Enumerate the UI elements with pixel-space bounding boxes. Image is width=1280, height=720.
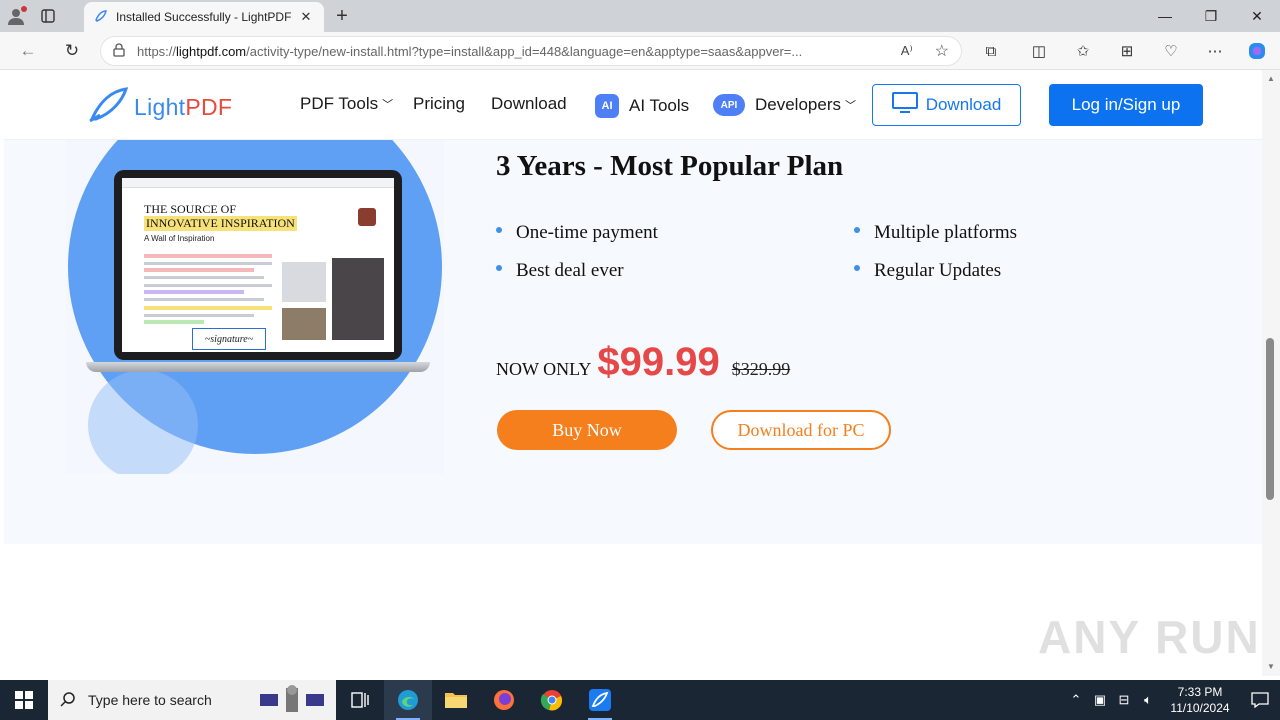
chevron-down-icon: ﹀ bbox=[382, 99, 394, 111]
favorites-icon[interactable]: ✩ bbox=[1070, 38, 1096, 64]
decor-circle-small bbox=[88, 370, 198, 474]
lightpdf-favicon-icon bbox=[94, 9, 108, 26]
nav-pdf-tools[interactable]: PDF Tools ﹀ bbox=[300, 94, 393, 114]
monitor-icon bbox=[891, 91, 918, 119]
feature-item: Best deal ever bbox=[496, 260, 624, 282]
active-tab[interactable]: Installed Successfully - LightPDF ✕ bbox=[84, 2, 324, 32]
back-button[interactable]: ← bbox=[14, 37, 42, 65]
taskbar-clock[interactable]: 7:33 PM 11/10/2024 bbox=[1160, 684, 1240, 716]
bullet-icon bbox=[496, 227, 502, 233]
header-download-button[interactable]: Download bbox=[872, 84, 1021, 126]
original-price: $329.99 bbox=[731, 359, 791, 379]
clock-date: 11/10/2024 bbox=[1170, 701, 1230, 715]
signature-image: ~signature~ bbox=[192, 328, 266, 350]
tab-actions-icon[interactable] bbox=[32, 0, 64, 32]
bullet-icon bbox=[496, 265, 502, 271]
new-tab-button[interactable]: + bbox=[330, 4, 354, 28]
notification-icon[interactable] bbox=[1240, 680, 1280, 720]
logo-icon bbox=[88, 87, 129, 128]
web-page: THE SOURCE OF INNOVATIVE INSPIRATION A W… bbox=[4, 70, 1262, 676]
product-illustration: THE SOURCE OF INNOVATIVE INSPIRATION A W… bbox=[66, 140, 444, 474]
scroll-up-icon[interactable]: ▲ bbox=[1262, 70, 1280, 86]
feature-item: Regular Updates bbox=[854, 260, 1001, 282]
login-signup-button[interactable]: Log in/Sign up bbox=[1049, 84, 1203, 126]
volume-icon[interactable]: 🔈︎ bbox=[1136, 692, 1160, 708]
search-highlight-image bbox=[258, 684, 328, 719]
settings-more-icon[interactable]: ⋯ bbox=[1202, 38, 1228, 64]
api-badge-icon: API bbox=[713, 94, 745, 116]
collections-icon[interactable]: ⊞ bbox=[1114, 38, 1140, 64]
ai-badge-icon: AI bbox=[595, 94, 619, 118]
split-screen-icon[interactable]: ◫ bbox=[1026, 38, 1052, 64]
lightpdf-logo[interactable]: LightPDF bbox=[88, 87, 232, 128]
nav-pricing[interactable]: Pricing bbox=[413, 94, 465, 114]
bullet-icon bbox=[854, 265, 860, 271]
url-text: https://lightpdf.com/activity-type/new-i… bbox=[137, 43, 803, 59]
start-button[interactable] bbox=[0, 680, 48, 720]
lightpdf-taskbar-icon[interactable] bbox=[576, 680, 624, 720]
doc-subtitle: A Wall of Inspiration bbox=[144, 234, 215, 243]
clock-time: 7:33 PM bbox=[1177, 685, 1223, 699]
url-field[interactable]: https://lightpdf.com/activity-type/new-i… bbox=[100, 36, 962, 66]
tab-close-icon[interactable]: ✕ bbox=[298, 9, 314, 25]
price-row: NOW ONLY $99.99 $329.99 bbox=[496, 340, 790, 385]
network-icon[interactable]: ⊟ bbox=[1112, 692, 1136, 708]
laptop-screen: THE SOURCE OF INNOVATIVE INSPIRATION A W… bbox=[122, 178, 394, 352]
favorite-star-icon[interactable]: ☆ bbox=[935, 41, 949, 61]
chrome-taskbar-icon[interactable] bbox=[528, 680, 576, 720]
site-header: LightPDF PDF Tools ﹀ Pricing Download AI A… bbox=[4, 70, 1262, 140]
plan-title: 3 Years - Most Popular Plan bbox=[496, 150, 844, 182]
doc-title-line1: THE SOURCE OF bbox=[144, 202, 237, 216]
lock-icon bbox=[113, 42, 125, 60]
chevron-up-icon[interactable]: ⌃ bbox=[1064, 692, 1088, 708]
system-tray: ⌃ ▣ ⊟ 🔈︎ 7:33 PM 11/10/2024 bbox=[1064, 680, 1280, 720]
logo-text-pdf: PDF bbox=[185, 94, 233, 120]
nav-download[interactable]: Download bbox=[491, 94, 567, 114]
page-scrollbar[interactable]: ▲ ▼ bbox=[1262, 70, 1280, 676]
chevron-down-icon: ﹀ bbox=[845, 100, 856, 112]
refresh-button[interactable]: ↻ bbox=[58, 37, 86, 65]
copilot-icon[interactable] bbox=[1244, 38, 1270, 64]
laptop-base bbox=[86, 362, 430, 372]
laptop-image: THE SOURCE OF INNOVATIVE INSPIRATION A W… bbox=[114, 170, 402, 360]
tab-title: Installed Successfully - LightPDF bbox=[116, 10, 292, 24]
profile-icon[interactable] bbox=[0, 0, 32, 32]
buy-now-button[interactable]: Buy Now bbox=[497, 410, 677, 450]
extensions-icon[interactable]: ⧉ bbox=[978, 38, 1004, 64]
task-view-icon[interactable] bbox=[336, 680, 384, 720]
windows-taskbar: Type here to search ⌃ ▣ ⊟ 🔈︎ 7:33 PM 11/… bbox=[0, 680, 1280, 720]
feature-item: Multiple platforms bbox=[854, 222, 1017, 244]
close-window-button[interactable]: ✕ bbox=[1234, 0, 1280, 32]
scroll-down-icon[interactable]: ▼ bbox=[1262, 658, 1280, 674]
edge-taskbar-icon[interactable] bbox=[384, 680, 432, 720]
browser-essentials-icon[interactable]: ♡ bbox=[1158, 38, 1184, 64]
device-icon[interactable]: ▣ bbox=[1088, 692, 1112, 708]
file-explorer-taskbar-icon[interactable] bbox=[432, 680, 480, 720]
maximize-button[interactable]: ❐ bbox=[1188, 0, 1234, 32]
search-placeholder: Type here to search bbox=[88, 692, 212, 708]
bullet-icon bbox=[854, 227, 860, 233]
minimize-button[interactable]: — bbox=[1142, 0, 1188, 32]
doc-title-line2: INNOVATIVE INSPIRATION bbox=[144, 216, 297, 231]
download-for-pc-button[interactable]: Download for PC bbox=[711, 410, 891, 450]
taskbar-search-box[interactable]: Type here to search bbox=[48, 680, 336, 720]
address-bar-row: ← ↻ https://lightpdf.com/activity-type/n… bbox=[0, 32, 1280, 70]
nav-developers[interactable]: API Developers ﹀ bbox=[713, 94, 856, 116]
anyrun-watermark: ANY RUN bbox=[1038, 611, 1261, 663]
feature-item: One-time payment bbox=[496, 222, 658, 244]
scroll-thumb[interactable] bbox=[1266, 338, 1274, 500]
nav-ai-tools[interactable]: AI AI Tools bbox=[595, 94, 689, 118]
firefox-taskbar-icon[interactable] bbox=[480, 680, 528, 720]
search-icon bbox=[60, 691, 76, 710]
now-only-label: NOW ONLY bbox=[496, 359, 592, 379]
logo-text-light: Light bbox=[134, 94, 186, 120]
current-price: $99.99 bbox=[597, 340, 720, 384]
read-aloud-icon[interactable]: A⁾ bbox=[901, 43, 913, 59]
